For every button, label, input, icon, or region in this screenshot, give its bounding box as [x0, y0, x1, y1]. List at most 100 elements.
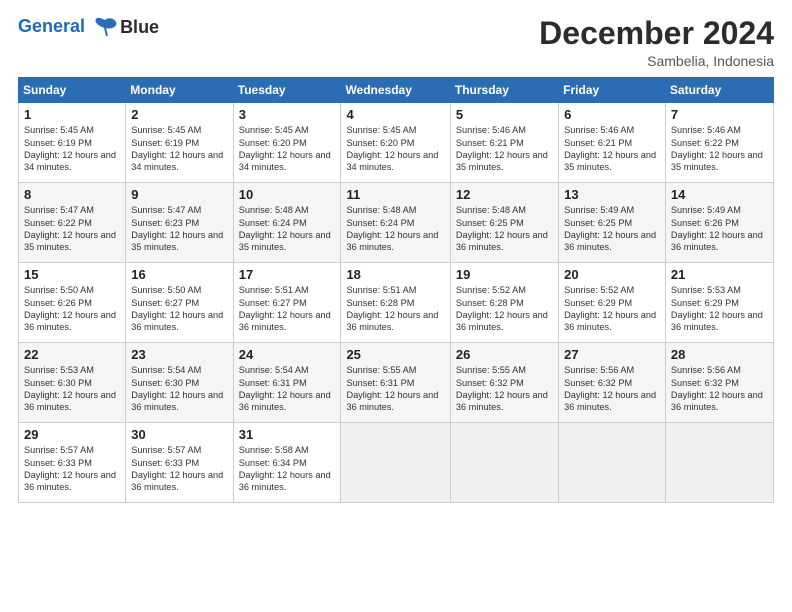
table-row: 5 Sunrise: 5:46 AMSunset: 6:21 PMDaylight…: [450, 103, 558, 183]
day-detail: Sunrise: 5:48 AMSunset: 6:24 PMDaylight:…: [239, 205, 331, 252]
day-detail: Sunrise: 5:45 AMSunset: 6:20 PMDaylight:…: [346, 125, 438, 172]
table-row: [665, 423, 773, 503]
table-row: 31 Sunrise: 5:58 AMSunset: 6:34 PMDayligh…: [233, 423, 341, 503]
calendar-week-row: 15 Sunrise: 5:50 AMSunset: 6:26 PMDayligh…: [19, 263, 774, 343]
table-row: 17 Sunrise: 5:51 AMSunset: 6:27 PMDayligh…: [233, 263, 341, 343]
title-section: December 2024 Sambelia, Indonesia: [539, 16, 774, 69]
day-number: 4: [346, 107, 444, 122]
table-row: 19Sunrise: 5:52 AMSunset: 6:28 PMDayligh…: [450, 263, 558, 343]
day-detail: Sunrise: 5:45 AMSunset: 6:19 PMDaylight:…: [131, 125, 223, 172]
table-row: 12 Sunrise: 5:48 AMSunset: 6:25 PMDayligh…: [450, 183, 558, 263]
header-thursday: Thursday: [450, 78, 558, 103]
table-row: [450, 423, 558, 503]
logo: General Blue: [18, 16, 159, 38]
day-detail: Sunrise: 5:55 AMSunset: 6:31 PMDaylight:…: [346, 365, 438, 412]
logo-text: General: [18, 16, 118, 38]
day-detail: Sunrise: 5:53 AMSunset: 6:29 PMDaylight:…: [671, 285, 763, 332]
day-number: 30: [131, 427, 227, 442]
day-detail: Sunrise: 5:54 AMSunset: 6:30 PMDaylight:…: [131, 365, 223, 412]
day-number: 7: [671, 107, 768, 122]
table-row: 1 Sunrise: 5:45 AMSunset: 6:19 PMDaylight…: [19, 103, 126, 183]
header-sunday: Sunday: [19, 78, 126, 103]
day-detail: Sunrise: 5:52 AMSunset: 6:28 PMDaylight:…: [456, 285, 548, 332]
logo-blue: Blue: [120, 17, 159, 38]
table-row: 21 Sunrise: 5:53 AMSunset: 6:29 PMDayligh…: [665, 263, 773, 343]
logo-general: General: [18, 16, 85, 36]
logo-bird-icon: [92, 16, 118, 38]
table-row: 11Sunrise: 5:48 AMSunset: 6:24 PMDayligh…: [341, 183, 450, 263]
day-detail: Sunrise: 5:45 AMSunset: 6:20 PMDaylight:…: [239, 125, 331, 172]
table-row: 30 Sunrise: 5:57 AMSunset: 6:33 PMDayligh…: [126, 423, 233, 503]
day-detail: Sunrise: 5:56 AMSunset: 6:32 PMDaylight:…: [671, 365, 763, 412]
table-row: 4 Sunrise: 5:45 AMSunset: 6:20 PMDaylight…: [341, 103, 450, 183]
day-number: 1: [24, 107, 120, 122]
day-detail: Sunrise: 5:50 AMSunset: 6:27 PMDaylight:…: [131, 285, 223, 332]
header-monday: Monday: [126, 78, 233, 103]
day-detail: Sunrise: 5:46 AMSunset: 6:21 PMDaylight:…: [564, 125, 656, 172]
day-detail: Sunrise: 5:47 AMSunset: 6:23 PMDaylight:…: [131, 205, 223, 252]
day-number: 14: [671, 187, 768, 202]
table-row: 13 Sunrise: 5:49 AMSunset: 6:25 PMDayligh…: [559, 183, 666, 263]
day-detail: Sunrise: 5:57 AMSunset: 6:33 PMDaylight:…: [131, 445, 223, 492]
day-detail: Sunrise: 5:46 AMSunset: 6:21 PMDaylight:…: [456, 125, 548, 172]
day-detail: Sunrise: 5:53 AMSunset: 6:30 PMDaylight:…: [24, 365, 116, 412]
day-detail: Sunrise: 5:51 AMSunset: 6:28 PMDaylight:…: [346, 285, 438, 332]
table-row: 27Sunrise: 5:56 AMSunset: 6:32 PMDayligh…: [559, 343, 666, 423]
calendar-week-row: 8Sunrise: 5:47 AMSunset: 6:22 PMDaylight…: [19, 183, 774, 263]
page: General Blue December 2024 Sambelia, Ind…: [0, 0, 792, 612]
day-detail: Sunrise: 5:56 AMSunset: 6:32 PMDaylight:…: [564, 365, 656, 412]
table-row: [341, 423, 450, 503]
header: General Blue December 2024 Sambelia, Ind…: [18, 16, 774, 69]
location-subtitle: Sambelia, Indonesia: [539, 53, 774, 69]
table-row: 2Sunrise: 5:45 AMSunset: 6:19 PMDaylight…: [126, 103, 233, 183]
table-row: 8Sunrise: 5:47 AMSunset: 6:22 PMDaylight…: [19, 183, 126, 263]
day-detail: Sunrise: 5:50 AMSunset: 6:26 PMDaylight:…: [24, 285, 116, 332]
day-number: 15: [24, 267, 120, 282]
day-number: 29: [24, 427, 120, 442]
day-number: 18: [346, 267, 444, 282]
day-detail: Sunrise: 5:46 AMSunset: 6:22 PMDaylight:…: [671, 125, 763, 172]
table-row: 20Sunrise: 5:52 AMSunset: 6:29 PMDayligh…: [559, 263, 666, 343]
header-wednesday: Wednesday: [341, 78, 450, 103]
day-number: 31: [239, 427, 336, 442]
day-number: 17: [239, 267, 336, 282]
table-row: 16Sunrise: 5:50 AMSunset: 6:27 PMDayligh…: [126, 263, 233, 343]
table-row: [559, 423, 666, 503]
day-number: 21: [671, 267, 768, 282]
table-row: 6 Sunrise: 5:46 AMSunset: 6:21 PMDaylight…: [559, 103, 666, 183]
table-row: 22 Sunrise: 5:53 AMSunset: 6:30 PMDayligh…: [19, 343, 126, 423]
table-row: 23 Sunrise: 5:54 AMSunset: 6:30 PMDayligh…: [126, 343, 233, 423]
table-row: 28Sunrise: 5:56 AMSunset: 6:32 PMDayligh…: [665, 343, 773, 423]
day-number: 13: [564, 187, 660, 202]
calendar-week-row: 22 Sunrise: 5:53 AMSunset: 6:30 PMDayligh…: [19, 343, 774, 423]
table-row: 3Sunrise: 5:45 AMSunset: 6:20 PMDaylight…: [233, 103, 341, 183]
table-row: 24Sunrise: 5:54 AMSunset: 6:31 PMDayligh…: [233, 343, 341, 423]
header-friday: Friday: [559, 78, 666, 103]
calendar-header-row: Sunday Monday Tuesday Wednesday Thursday…: [19, 78, 774, 103]
day-detail: Sunrise: 5:49 AMSunset: 6:26 PMDaylight:…: [671, 205, 763, 252]
day-detail: Sunrise: 5:58 AMSunset: 6:34 PMDaylight:…: [239, 445, 331, 492]
table-row: 9 Sunrise: 5:47 AMSunset: 6:23 PMDaylight…: [126, 183, 233, 263]
table-row: 10Sunrise: 5:48 AMSunset: 6:24 PMDayligh…: [233, 183, 341, 263]
day-detail: Sunrise: 5:55 AMSunset: 6:32 PMDaylight:…: [456, 365, 548, 412]
day-detail: Sunrise: 5:54 AMSunset: 6:31 PMDaylight:…: [239, 365, 331, 412]
day-detail: Sunrise: 5:45 AMSunset: 6:19 PMDaylight:…: [24, 125, 116, 172]
day-number: 9: [131, 187, 227, 202]
day-detail: Sunrise: 5:51 AMSunset: 6:27 PMDaylight:…: [239, 285, 331, 332]
calendar-week-row: 29 Sunrise: 5:57 AMSunset: 6:33 PMDayligh…: [19, 423, 774, 503]
table-row: 26 Sunrise: 5:55 AMSunset: 6:32 PMDayligh…: [450, 343, 558, 423]
table-row: 15 Sunrise: 5:50 AMSunset: 6:26 PMDayligh…: [19, 263, 126, 343]
header-saturday: Saturday: [665, 78, 773, 103]
day-number: 20: [564, 267, 660, 282]
day-detail: Sunrise: 5:48 AMSunset: 6:25 PMDaylight:…: [456, 205, 548, 252]
day-detail: Sunrise: 5:47 AMSunset: 6:22 PMDaylight:…: [24, 205, 116, 252]
table-row: 7 Sunrise: 5:46 AMSunset: 6:22 PMDaylight…: [665, 103, 773, 183]
day-number: 22: [24, 347, 120, 362]
day-detail: Sunrise: 5:49 AMSunset: 6:25 PMDaylight:…: [564, 205, 656, 252]
day-number: 6: [564, 107, 660, 122]
day-number: 5: [456, 107, 553, 122]
day-detail: Sunrise: 5:48 AMSunset: 6:24 PMDaylight:…: [346, 205, 438, 252]
day-number: 26: [456, 347, 553, 362]
day-number: 23: [131, 347, 227, 362]
day-number: 12: [456, 187, 553, 202]
